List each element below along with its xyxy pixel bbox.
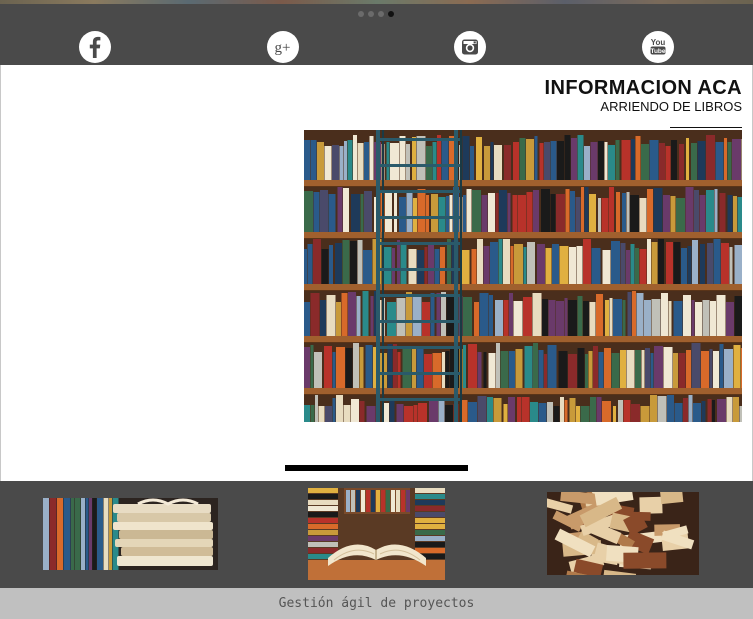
carousel-dot[interactable] [358,11,364,17]
instagram-icon [462,39,478,55]
section-divider [285,465,468,471]
thumbnail-bar [0,481,753,588]
youtube-glyph-bottom: Tube [650,48,665,55]
google-plus-icon: g+ [275,40,291,56]
carousel-dot[interactable] [368,11,374,17]
carousel-dot[interactable] [378,11,384,17]
instagram-link[interactable] [454,31,486,63]
carousel-dots [358,11,394,17]
google-plus-link[interactable]: g+ [267,31,299,63]
google-plus-glyph: g+ [275,40,291,56]
social-bar: g+ You Tube [0,4,753,65]
page-title: INFORMACION ACA [544,77,742,99]
youtube-glyph-top: You [651,38,666,47]
subtitle-divider [670,127,742,128]
youtube-link[interactable]: You Tube [642,31,674,63]
youtube-icon: You Tube [650,38,666,55]
hero-bookshelf-image [304,130,742,422]
facebook-link[interactable] [79,31,111,63]
thumbnail-stacked-books[interactable] [43,498,218,570]
thumbnail-open-book[interactable] [308,488,445,580]
footer-text: Gestión ágil de proyectos [278,596,475,611]
page-subtitle: ARRIENDO DE LIBROS [600,99,742,114]
carousel-dot-active[interactable] [388,11,394,17]
footer: Gestión ágil de proyectos [0,588,753,619]
thumbnail-pile-of-books[interactable] [547,492,699,575]
facebook-icon [89,36,101,58]
